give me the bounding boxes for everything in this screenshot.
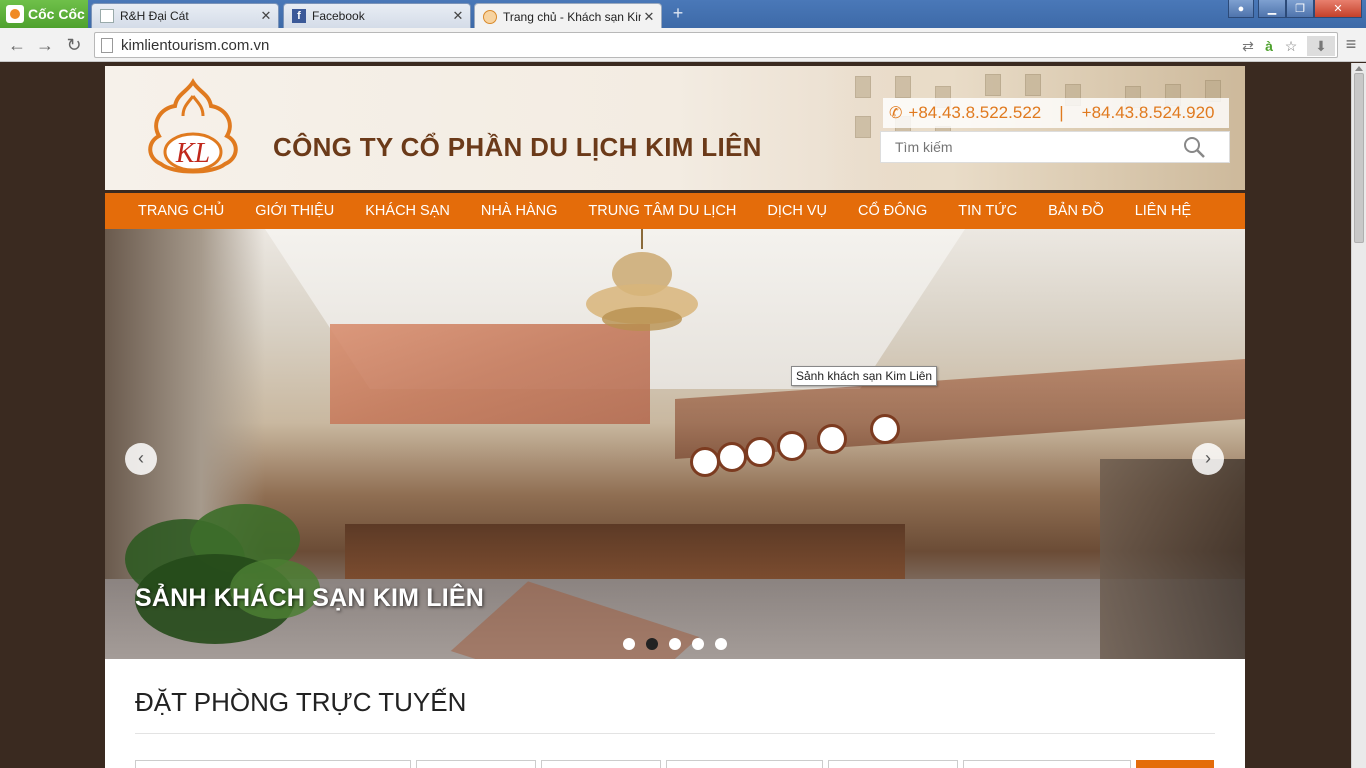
nav-item-co-dong[interactable]: CỔ ĐÔNG: [858, 203, 927, 219]
page-viewport: KL CÔNG TY CỔ PHẦN DU LỊCH KIM LIÊN ✆ +8…: [0, 63, 1351, 768]
nav-item-lien-he[interactable]: LIÊN HỆ: [1135, 203, 1191, 219]
slider-dot[interactable]: [715, 638, 727, 650]
scroll-up-icon[interactable]: [1355, 66, 1363, 71]
reload-button[interactable]: ↻: [63, 34, 85, 56]
address-bar[interactable]: kimlientourism.com.vn ⇄ à ☆ ⬇: [94, 32, 1338, 58]
site-header: KL CÔNG TY CỔ PHẦN DU LỊCH KIM LIÊN ✆ +8…: [105, 66, 1245, 191]
header-building-image: [825, 66, 1245, 191]
phone-icon: ✆: [889, 105, 903, 122]
window-close-button[interactable]: ✕: [1314, 0, 1362, 18]
logo-text: KL: [175, 138, 210, 169]
hotline-bar: ✆ +84.43.8.522.522 | +84.43.8.524.920: [883, 98, 1229, 128]
scrollbar-thumb[interactable]: [1354, 73, 1364, 243]
booking-rooms-field[interactable]: [666, 760, 823, 768]
maximize-button[interactable]: ❐: [1286, 0, 1314, 18]
phone-number-2[interactable]: +84.43.8.524.920: [1082, 103, 1215, 123]
search-input[interactable]: [881, 132, 1181, 162]
nav-item-tin-tuc[interactable]: TIN TỨC: [958, 203, 1017, 219]
hero-slider: SẢNH KHÁCH SẠN KIM LIÊN ‹ › Sảnh khách s…: [105, 229, 1245, 659]
booking-checkout-field[interactable]: [541, 760, 661, 768]
slider-pagination: [623, 638, 727, 650]
slider-dot[interactable]: [623, 638, 635, 650]
close-icon[interactable]: ✕: [258, 8, 274, 24]
vietnamese-input-icon[interactable]: à: [1259, 36, 1279, 56]
tab-label: Facebook: [312, 9, 365, 23]
search-box: [880, 131, 1230, 163]
page-icon: [101, 38, 113, 53]
kim-lien-logo[interactable]: KL: [139, 78, 247, 178]
booking-submit-button[interactable]: [1136, 760, 1214, 768]
slider-next-button[interactable]: ›: [1192, 443, 1224, 475]
close-icon[interactable]: ✕: [450, 8, 466, 24]
coccoc-logo-icon: [6, 5, 24, 23]
slide-image-plant: [125, 504, 320, 644]
booking-guests-field[interactable]: [828, 760, 958, 768]
company-name: CÔNG TY CỔ PHẦN DU LỊCH KIM LIÊN: [273, 132, 762, 162]
tab-facebook[interactable]: f Facebook ✕: [283, 3, 471, 28]
url-text: kimlientourism.com.vn: [121, 37, 270, 54]
site-container: KL CÔNG TY CỔ PHẦN DU LỊCH KIM LIÊN ✆ +8…: [105, 66, 1245, 768]
back-button[interactable]: ←: [6, 34, 28, 56]
booking-title: ĐẶT PHÒNG TRỰC TUYẾN: [135, 687, 467, 717]
slider-dot[interactable]: [646, 638, 658, 650]
tab-rh-dai-cat[interactable]: R&H Đại Cát ✕: [91, 3, 279, 28]
close-icon[interactable]: ✕: [641, 9, 657, 25]
nav-item-trung-tam-du-lich[interactable]: TRUNG TÂM DU LỊCH: [588, 203, 736, 219]
browser-brand: Cốc Cốc: [28, 6, 85, 22]
booking-checkin-field[interactable]: [416, 760, 536, 768]
forward-button[interactable]: →: [34, 34, 56, 56]
online-booking-section: ĐẶT PHÒNG TRỰC TUYẾN: [105, 659, 1245, 768]
booking-divider: [135, 733, 1215, 734]
booking-hotel-select[interactable]: [135, 760, 411, 768]
tab-label: Trang chủ - Khách sạn Kim: [503, 9, 641, 24]
nav-item-khach-san[interactable]: KHÁCH SẠN: [365, 203, 450, 219]
slide-image-reception-desk: [345, 524, 905, 579]
slide-image-relief: [330, 324, 650, 424]
download-icon[interactable]: ⬇: [1307, 36, 1335, 56]
nav-item-dich-vu[interactable]: DỊCH VỤ: [767, 203, 827, 219]
browser-tab-bar: Cốc Cốc R&H Đại Cát ✕ f Facebook ✕ Trang…: [0, 0, 1366, 29]
new-tab-button[interactable]: +: [668, 4, 688, 22]
page-icon: [100, 9, 114, 23]
search-icon[interactable]: [1183, 136, 1207, 160]
browser-menu-button[interactable]: Cốc Cốc: [0, 0, 88, 28]
facebook-icon: f: [292, 9, 306, 23]
tab-kim-lien[interactable]: Trang chủ - Khách sạn Kim ✕: [474, 3, 662, 29]
nav-item-trang-chu[interactable]: TRANG CHỦ: [138, 203, 224, 219]
slider-prev-button[interactable]: ‹: [125, 443, 157, 475]
slider-dot[interactable]: [669, 638, 681, 650]
page-scrollbar[interactable]: [1351, 63, 1366, 768]
main-navigation: TRANG CHỦ GIỚI THIỆU KHÁCH SẠN NHÀ HÀNG …: [105, 193, 1245, 229]
slider-dot[interactable]: [692, 638, 704, 650]
booking-promo-field[interactable]: [963, 760, 1131, 768]
bookmark-star-icon[interactable]: ☆: [1281, 36, 1301, 56]
browser-toolbar: ← → ↻ kimlientourism.com.vn ⇄ à ☆ ⬇ ≡: [0, 28, 1366, 62]
nav-item-gioi-thieu[interactable]: GIỚI THIỆU: [255, 203, 334, 219]
nav-item-ban-do[interactable]: BẢN ĐỒ: [1048, 203, 1104, 219]
kim-lien-favicon-icon: [483, 9, 497, 24]
slide-caption: SẢNH KHÁCH SẠN KIM LIÊN: [135, 584, 485, 612]
tab-label: R&H Đại Cát: [120, 9, 189, 23]
image-tooltip: Sảnh khách sạn Kim Liên: [791, 366, 938, 386]
phone-separator: |: [1059, 103, 1064, 122]
user-icon[interactable]: ●: [1228, 0, 1254, 18]
minimize-button[interactable]: ▁: [1258, 0, 1286, 18]
translate-icon[interactable]: ⇄: [1238, 36, 1258, 56]
menu-icon[interactable]: ≡: [1342, 34, 1360, 54]
slide-image-chandelier: [586, 229, 698, 331]
nav-item-nha-hang[interactable]: NHÀ HÀNG: [481, 203, 558, 219]
phone-number-1[interactable]: +84.43.8.522.522: [908, 103, 1041, 123]
